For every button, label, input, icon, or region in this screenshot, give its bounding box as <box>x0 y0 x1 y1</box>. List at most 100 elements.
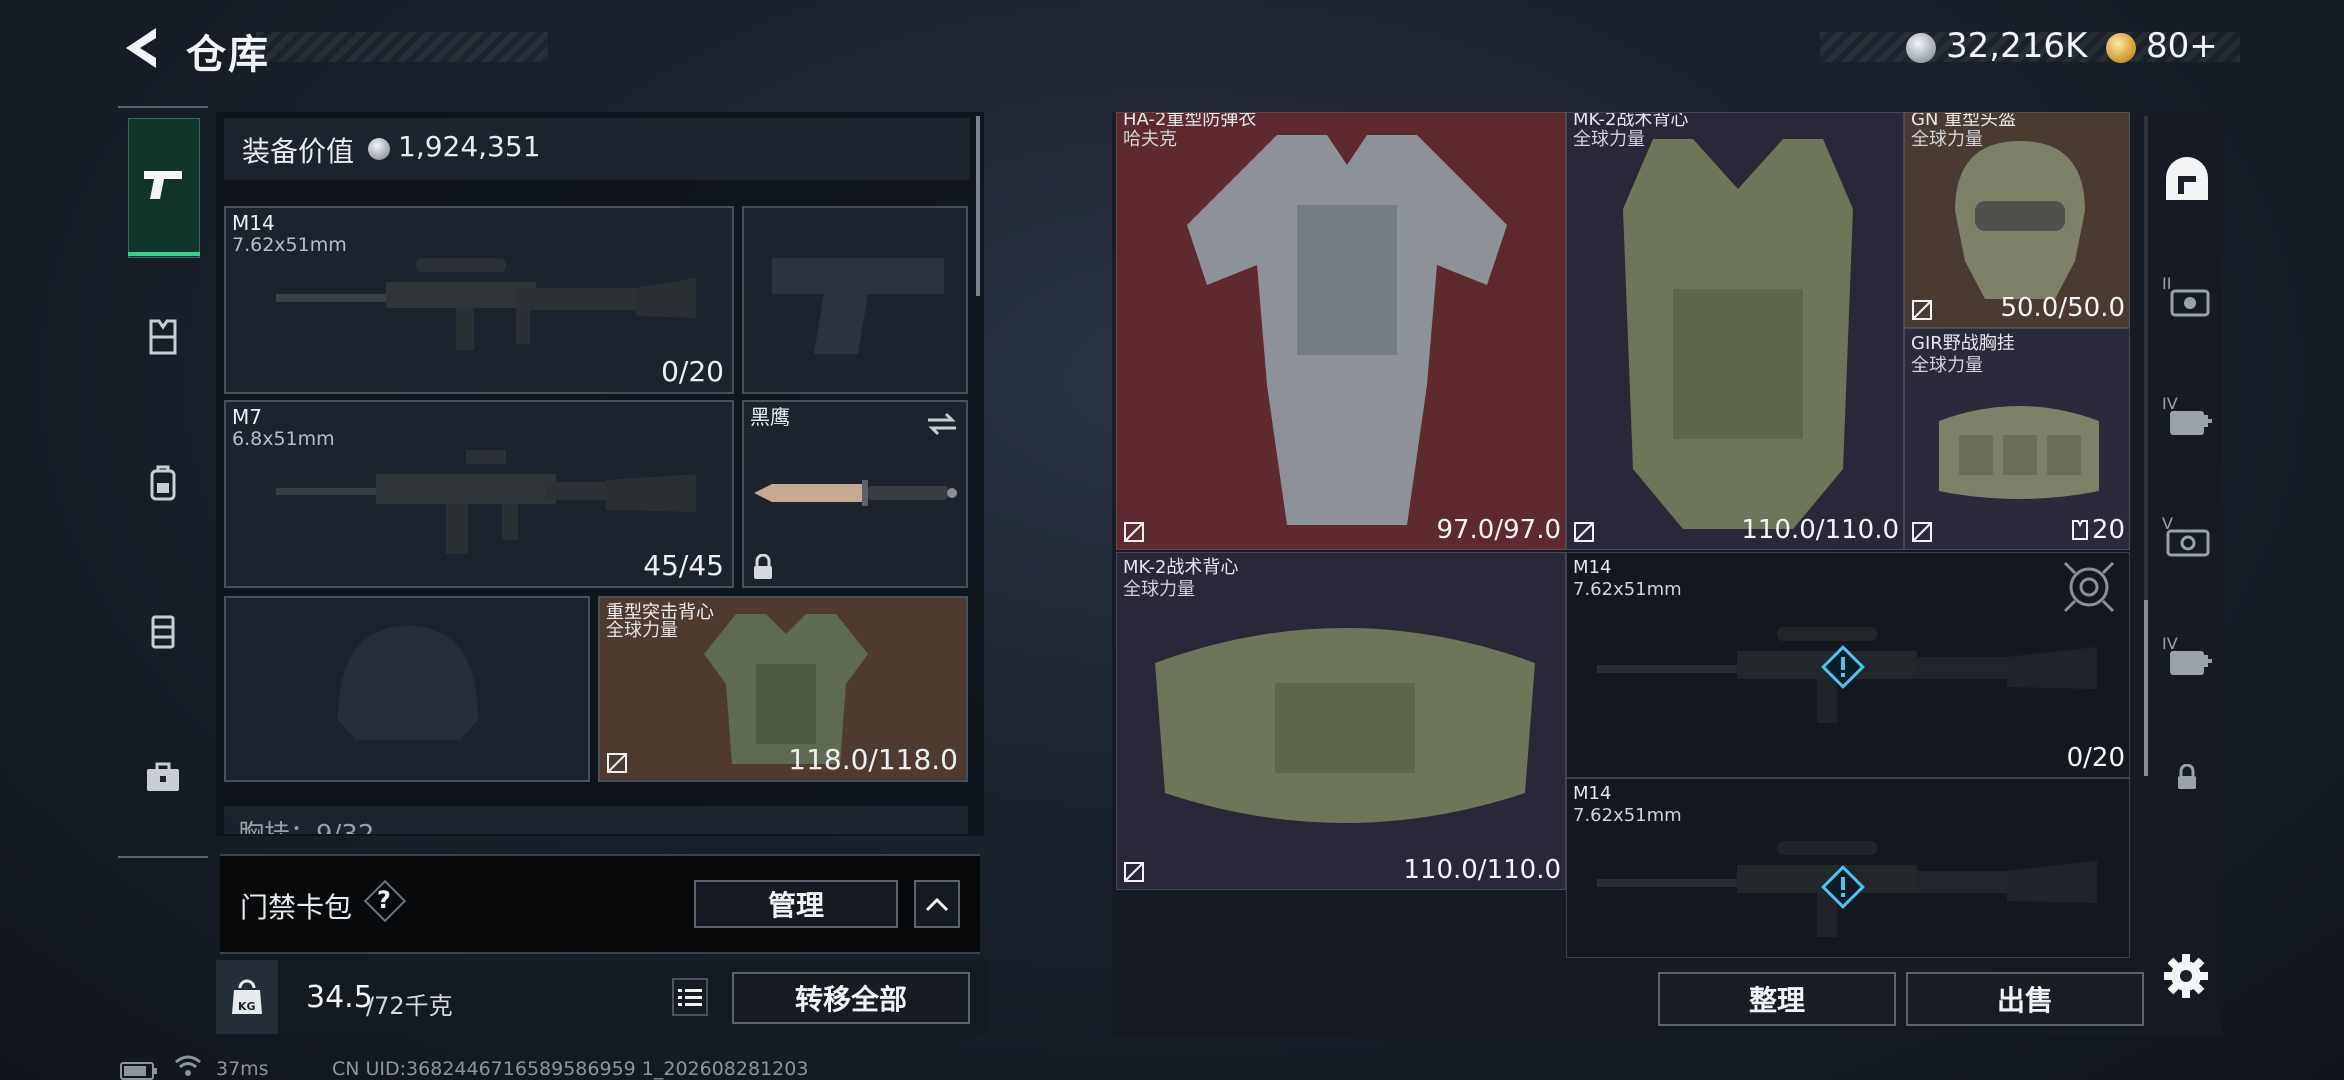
rail-bottom-line <box>118 856 208 858</box>
header-title-stripe <box>256 32 548 62</box>
not-insured-icon <box>607 753 627 773</box>
keycard-label: 门禁卡包 <box>240 891 353 924</box>
armor-slot[interactable]: 重型突击背心 全球力量 118.0/118.0 <box>598 596 968 782</box>
slot-weapon-name: M14 <box>232 211 275 235</box>
currency-secondary[interactable]: 80+ <box>2146 26 2218 66</box>
rail-top-line <box>118 106 208 108</box>
slot-armor-brand: 全球力量 <box>606 620 678 641</box>
list-icon <box>678 989 702 1006</box>
not-insured-icon <box>1124 862 1144 882</box>
level-4-medkit-tab[interactable]: IV <box>2152 382 2222 452</box>
weight-icon-box: KG <box>216 960 278 1034</box>
primary-weapon-slot[interactable]: M14 7.62x51mm 0/20 <box>224 206 734 394</box>
stash-item-mk2-vest[interactable]: MK-2战术背心 全球力量 110.0/110.0 <box>1566 112 1904 550</box>
item-durability: 110.0/110.0 <box>1403 855 1561 885</box>
vest-icon <box>149 319 177 355</box>
swap-icon[interactable] <box>926 410 958 438</box>
level-5-box-tab[interactable]: V <box>2152 502 2222 572</box>
chest-rig-icon <box>1939 406 2099 499</box>
battery-icon <box>120 1062 157 1080</box>
stash-item-gn-helmet[interactable]: GN 重型头盔 全球力量 50.0/50.0 <box>1904 112 2130 328</box>
list-view-button[interactable] <box>672 978 708 1016</box>
not-insured-icon <box>1912 300 1932 320</box>
stash-item-m14[interactable]: M14 7.62x51mm 0/20 <box>1566 552 2130 778</box>
rig-slot-icon <box>2072 520 2088 540</box>
rail-tab-armor[interactable] <box>128 302 198 372</box>
not-insured-icon <box>1912 522 1932 542</box>
locked-tab[interactable] <box>2152 742 2222 812</box>
safe-box-tab[interactable] <box>2152 144 2222 214</box>
equipment-value-label: 装备价值 <box>242 135 355 168</box>
item-name: M14 <box>1573 783 1612 804</box>
rail-tab-rig[interactable] <box>128 596 198 666</box>
secondary-weapon-slot[interactable]: M7 6.8x51mm 45/45 <box>224 400 734 588</box>
silver-coin-icon <box>368 138 390 160</box>
wifi-icon <box>175 1055 201 1076</box>
back-button[interactable] <box>118 24 162 72</box>
level-2-icon: II <box>2162 274 2210 317</box>
kettlebell-label: KG <box>238 1000 256 1013</box>
rig-icon <box>151 615 175 649</box>
rail-tab-backpack[interactable] <box>128 448 198 518</box>
item-brand: 7.62x51mm <box>1573 579 1682 600</box>
item-durability: 50.0/50.0 <box>2000 293 2125 323</box>
tactical-vest-icon <box>1623 139 1853 529</box>
rail-tab-weapons[interactable] <box>128 150 198 220</box>
uid-text: CN UID:3682446716589586959 1_20260828120… <box>332 1058 809 1080</box>
stash-item-ha2-armor[interactable]: HA-2重型防弹衣 哈夫克 97.0/97.0 <box>1116 112 1566 550</box>
level-4-medkit-icon: IV <box>2162 634 2212 675</box>
warning-diamond-icon <box>1821 865 1865 909</box>
sell-button[interactable]: 出售 <box>1906 972 2144 1026</box>
helmet-item-icon <box>1955 141 2085 299</box>
level-2-tab[interactable]: II <box>2152 262 2222 332</box>
item-ammo: 0/20 <box>2066 743 2125 773</box>
melee-slot[interactable]: 黑鹰 <box>742 400 968 588</box>
item-durability: 20 <box>2091 515 2125 545</box>
item-durability: 110.0/110.0 <box>1741 515 1899 545</box>
sort-button[interactable]: 整理 <box>1658 972 1896 1026</box>
helmet-placeholder-icon <box>338 626 478 740</box>
svg-text:II: II <box>2162 274 2171 293</box>
level-4-medkit-tab[interactable]: IV <box>2152 622 2222 692</box>
lock-icon <box>2178 764 2196 789</box>
collapse-button[interactable] <box>914 880 960 928</box>
pistol-slot[interactable] <box>742 206 968 394</box>
transfer-all-button[interactable]: 转移全部 <box>732 972 970 1024</box>
helmet-slot[interactable] <box>224 596 590 782</box>
stash-scroll-track <box>2144 116 2148 776</box>
lock-icon <box>754 554 772 579</box>
not-insured-icon <box>1574 522 1594 542</box>
toolbox-icon <box>147 762 179 791</box>
tactical-vest-icon <box>1155 628 1535 823</box>
stash-item-gir-rig[interactable]: GIR野战胸挂 全球力量 20 <box>1904 328 2130 550</box>
rail-tab-toolbox[interactable] <box>128 742 198 812</box>
item-name: M14 <box>1573 557 1612 578</box>
chevron-up-icon <box>925 897 949 912</box>
manage-button[interactable]: 管理 <box>694 880 898 928</box>
weight-capacity: /72千克 <box>366 992 453 1020</box>
help-mark: ? <box>377 886 391 914</box>
backpack-icon <box>150 465 176 501</box>
rig-capacity-row[interactable]: 胸挂：9/32 <box>224 806 968 834</box>
level-4-medkit-icon: IV <box>2162 394 2212 435</box>
rail-active-indicator <box>128 252 200 256</box>
stash-item-mk2-vest[interactable]: MK-2战术背心 全球力量 110.0/110.0 <box>1116 552 1566 890</box>
safe-box-icon <box>2166 157 2208 200</box>
settings-button[interactable] <box>2162 952 2210 1000</box>
equipment-value-bar: 装备价值 1,924,351 <box>224 118 970 180</box>
knife-icon <box>754 480 957 506</box>
equipment-scrollbar[interactable] <box>976 116 980 296</box>
level-5-box-icon: V <box>2162 514 2210 557</box>
pistol-icon <box>144 171 182 199</box>
heavy-armor-icon <box>1187 135 1507 525</box>
item-brand: 全球力量 <box>1911 355 1983 376</box>
gear-icon <box>2164 954 2208 998</box>
ping-text: 37ms <box>216 1058 269 1080</box>
svg-text:IV: IV <box>2162 634 2178 653</box>
slot-ammo-count: 45/45 <box>643 549 724 582</box>
keycard-row: 门禁卡包 ? 管理 <box>220 854 980 954</box>
item-name: GIR野战胸挂 <box>1911 333 2015 354</box>
equipment-value: 1,924,351 <box>398 130 541 163</box>
stash-item-m14[interactable]: M14 7.62x51mm <box>1566 778 2130 958</box>
rifle-m7-icon <box>276 450 696 554</box>
